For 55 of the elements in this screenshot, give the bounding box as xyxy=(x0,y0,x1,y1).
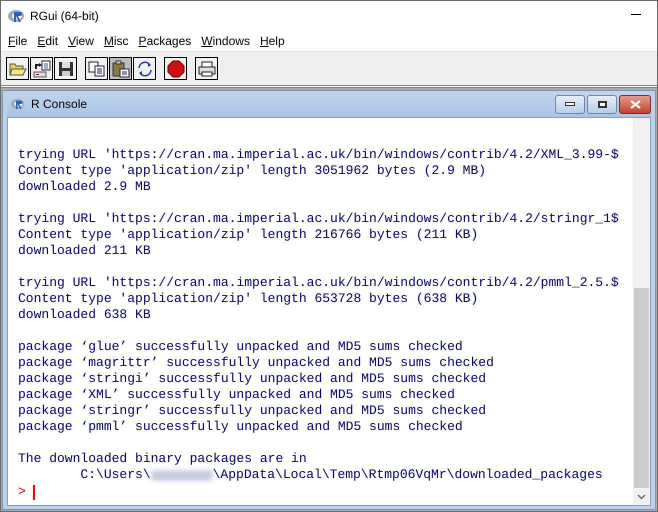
toolbar-button[interactable] xyxy=(6,57,29,80)
console-line: downloaded 211 KB xyxy=(18,243,151,259)
close-button[interactable] xyxy=(619,94,651,114)
console-line: package ‘stringi’ successfully unpacked and MD5 sums checked xyxy=(18,371,486,387)
console-line: C:\Users\ xyxy=(79,467,151,483)
console-line: downloaded 2.9 MB xyxy=(18,179,151,195)
toolbar-button[interactable] xyxy=(164,57,187,80)
console-line: package ‘magrittr’ successfully unpacked and MD5 sums checked xyxy=(18,355,494,371)
console-line: \AppData\Local\Temp\Rtmp06VqMr\downloaded_packages xyxy=(212,467,603,483)
menu-item[interactable]: Packages xyxy=(134,32,196,50)
close-icon xyxy=(630,100,640,108)
console-line: trying URL 'https://cran.ma.imperial.ac.uk/bin/windows/contrib/4.2/stringr_1$ xyxy=(18,211,619,227)
toolbar-button[interactable] xyxy=(133,57,156,80)
paste-icon xyxy=(112,60,130,78)
blurred-username xyxy=(150,470,213,480)
copy-icon xyxy=(88,60,106,76)
toolbar-button[interactable] xyxy=(195,57,218,80)
document-arrow-icon xyxy=(32,60,50,78)
console-prompt: > xyxy=(18,484,26,500)
toolbar-button[interactable] xyxy=(85,57,108,80)
scrollbar-thumb[interactable] xyxy=(634,288,649,488)
console-line: downloaded 638 KB xyxy=(18,307,151,323)
console-line: The downloaded binary packages are in xyxy=(18,451,307,467)
menu-item[interactable]: Misc xyxy=(98,32,134,50)
console-line: package ‘glue’ successfully unpacked and MD5 sums checked xyxy=(18,339,463,355)
toolbar-button[interactable] xyxy=(109,57,132,80)
menu-item[interactable]: Help xyxy=(254,32,290,50)
scrollbar[interactable] xyxy=(633,118,650,505)
stop-icon xyxy=(166,60,184,78)
menu-item[interactable]: View xyxy=(63,32,99,50)
menu-item[interactable]: File xyxy=(3,32,32,50)
console-line: Content type 'application/zip' length 653728 bytes (638 KB) xyxy=(18,291,478,307)
minimize-icon xyxy=(565,102,575,106)
printer-icon xyxy=(198,60,216,76)
console-line: trying URL 'https://cran.ma.imperial.ac.uk/bin/windows/contrib/4.2/XML_3.99-$ xyxy=(18,147,619,163)
restore-icon xyxy=(598,100,606,108)
console-line: package ‘pmml’ successfully unpacked and MD5 sums checked xyxy=(18,419,463,435)
console-line: package ‘stringr’ successfully unpacked and MD5 sums checked xyxy=(18,403,486,419)
console-line: trying URL 'https://cran.ma.imperial.ac.uk/bin/windows/contrib/4.2/pmml_2.5.$ xyxy=(18,275,619,291)
refresh-icon xyxy=(136,60,154,78)
maximize-button[interactable] xyxy=(587,94,617,114)
app-logo-icon xyxy=(11,98,25,110)
folder-icon xyxy=(8,60,26,76)
console-title: R Console xyxy=(31,96,88,113)
window-title: RGui (64-bit) xyxy=(30,8,99,24)
menu-item[interactable]: Windows xyxy=(196,32,255,50)
console-line: Content type 'application/zip' length 216766 bytes (211 KB) xyxy=(18,227,478,243)
console-line: Content type 'application/zip' length 3051962 bytes (2.9 MB) xyxy=(18,163,486,179)
minimize-button[interactable] xyxy=(555,94,585,114)
toolbar-button[interactable] xyxy=(30,57,53,80)
app-logo-icon xyxy=(8,8,25,22)
text-cursor xyxy=(32,484,35,500)
console-line: package ‘XML’ successfully unpacked and MD5 sums checked xyxy=(18,387,455,403)
toolbar-button[interactable] xyxy=(54,57,77,80)
menu-item[interactable]: Edit xyxy=(32,32,64,50)
